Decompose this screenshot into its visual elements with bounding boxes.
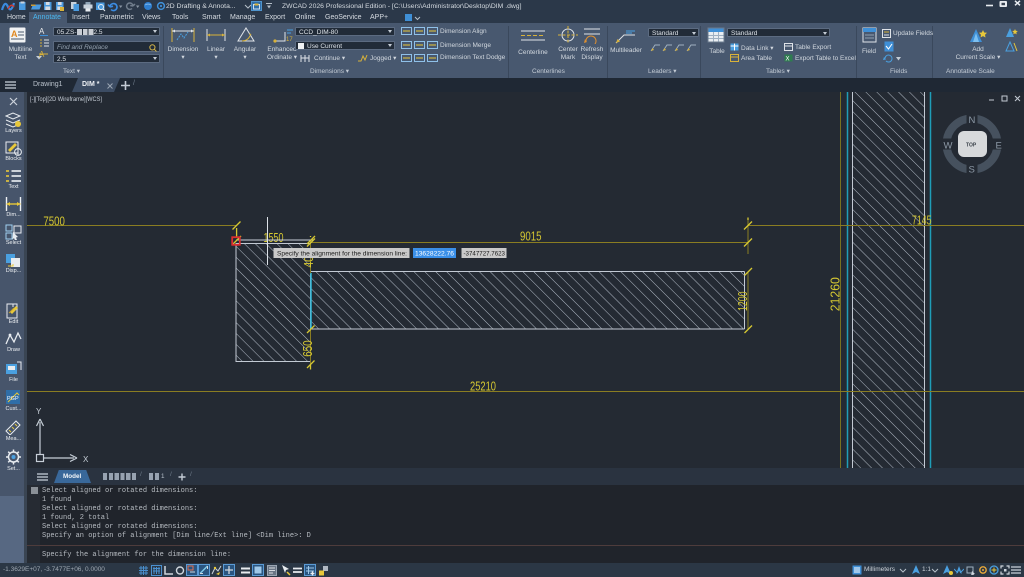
svg-text:7145: 7145 bbox=[912, 212, 932, 227]
svg-text:650: 650 bbox=[300, 340, 315, 357]
svg-text:TOP: TOP bbox=[966, 143, 977, 149]
svg-text:21260: 21260 bbox=[828, 277, 843, 311]
svg-text:[-][Top][2D Wireframe][WCS]: [-][Top][2D Wireframe][WCS] bbox=[30, 97, 102, 103]
svg-text:25210: 25210 bbox=[470, 378, 496, 393]
svg-text:W: W bbox=[944, 141, 953, 152]
svg-text:N: N bbox=[969, 115, 976, 126]
svg-text:13628222.76: 13628222.76 bbox=[415, 250, 454, 257]
svg-text:A: A bbox=[39, 27, 45, 36]
svg-text:A: A bbox=[11, 29, 18, 39]
svg-text:X: X bbox=[83, 455, 89, 464]
svg-text:17: 17 bbox=[286, 37, 293, 43]
svg-text:1550: 1550 bbox=[264, 230, 284, 245]
svg-text:X: X bbox=[786, 57, 790, 63]
svg-text:-3747727.7623: -3747727.7623 bbox=[464, 250, 506, 257]
svg-text:PGP: PGP bbox=[7, 396, 19, 402]
svg-text:Specify the alignment for the: Specify the alignment for the dimension … bbox=[277, 250, 407, 257]
svg-text:1200: 1200 bbox=[735, 292, 750, 312]
svg-text:Y: Y bbox=[36, 407, 42, 416]
svg-text:7500: 7500 bbox=[43, 213, 65, 228]
svg-text:E: E bbox=[996, 141, 1002, 152]
svg-text:9015: 9015 bbox=[520, 229, 542, 244]
svg-text:S: S bbox=[969, 165, 975, 176]
